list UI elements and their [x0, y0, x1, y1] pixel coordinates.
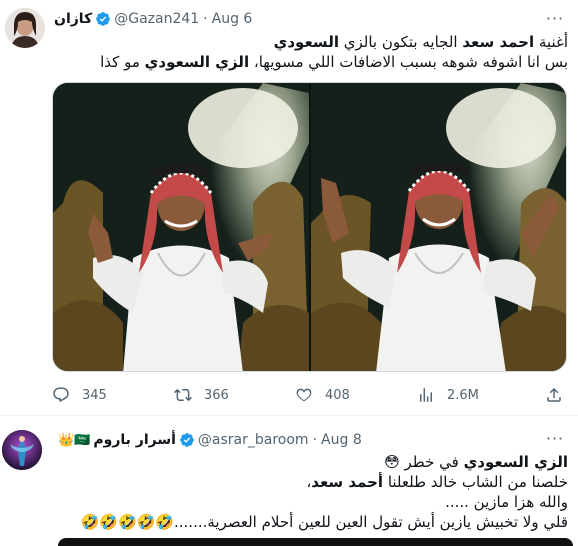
- retweet-count: 366: [204, 387, 229, 403]
- more-options-icon[interactable]: ···: [545, 428, 565, 448]
- keyword-saudi[interactable]: السعودي: [274, 33, 339, 51]
- views-button[interactable]: 2.6M: [417, 384, 479, 406]
- handle[interactable]: @asrar_baroom: [198, 432, 309, 448]
- tweet-2-header: 👑🇸🇦 أسرار باروم @asrar_baroom · Aug 8: [58, 429, 362, 451]
- media-image-right[interactable]: [311, 83, 566, 371]
- like-button[interactable]: 408: [295, 384, 350, 406]
- keyword-saudi-attire[interactable]: الزي السعودي: [464, 453, 568, 471]
- tweet-2-line-2: خلصنا من الشاب خالد طلعلنا أحمد سعد،: [306, 473, 568, 491]
- reply-button[interactable]: 345: [52, 384, 107, 406]
- handle[interactable]: @Gazan241: [114, 11, 199, 27]
- like-icon: [296, 388, 312, 402]
- separator-dot: ·: [203, 11, 208, 27]
- avatar-asrar-baroom[interactable]: [2, 430, 42, 470]
- more-options-icon[interactable]: ···: [545, 8, 565, 28]
- keyword-saudi-attire[interactable]: الزي السعودي: [145, 53, 249, 71]
- share-icon[interactable]: [545, 386, 563, 404]
- reply-count: 345: [82, 387, 107, 403]
- display-name[interactable]: أسرار باروم: [93, 432, 176, 448]
- avatar-gazan[interactable]: [5, 8, 45, 48]
- tweet-date[interactable]: Aug 6: [212, 11, 253, 27]
- tweet-2-line-4: قلي ولا تخبيش يازين أيش تقول العين للعين…: [80, 513, 568, 531]
- separator-dot: ·: [312, 432, 318, 448]
- tweet-1-line-2: بس انا اشوفه شوهه بسبب الاضافات اللي مسو…: [100, 53, 568, 71]
- views-count: 2.6M: [447, 387, 479, 403]
- like-count: 408: [325, 387, 350, 403]
- tweet-2-line-1: الزي السعودي في خطر 😳: [384, 453, 568, 471]
- retweet-button[interactable]: 366: [174, 384, 229, 406]
- tweet-2-line-3: والله هزا مازين .....: [445, 493, 568, 511]
- tweet-date[interactable]: Aug 8: [321, 432, 362, 448]
- tweet-1-media[interactable]: [52, 82, 567, 372]
- views-icon: [420, 388, 432, 402]
- verified-badge-icon: [180, 433, 194, 447]
- tweet-2-media-preview[interactable]: [58, 538, 573, 546]
- media-image-left[interactable]: [53, 83, 309, 371]
- tweet-1-actions: 345 366 408 2.6M: [52, 384, 567, 406]
- display-name[interactable]: كازان: [54, 11, 92, 27]
- tweet-1-line-1: أغنية احمد سعد الجايه بتكون بالزي السعود…: [273, 33, 568, 51]
- verified-badge-icon: [96, 12, 111, 26]
- tweet-2-text: الزي السعودي في خطر 😳 خلصنا من الشاب خال…: [48, 452, 568, 532]
- tweet-1-text: أغنية احمد سعد الجايه بتكون بالزي السعود…: [48, 32, 568, 72]
- tweet-1-header: كازان @Gazan241 · Aug 6: [54, 8, 252, 30]
- keyword-ahmed-saad[interactable]: أحمد سعد: [311, 473, 383, 491]
- reply-icon: [53, 387, 69, 403]
- user-badges: 👑🇸🇦: [58, 432, 91, 448]
- hashtag-ahmed-saad[interactable]: احمد سعد: [462, 33, 534, 51]
- retweet-icon: [174, 388, 192, 402]
